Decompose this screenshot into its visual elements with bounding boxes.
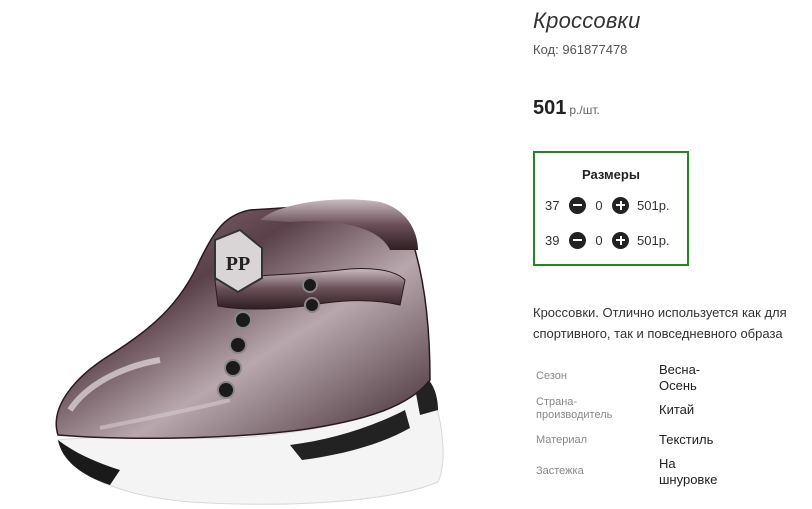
description-line: Кроссовки. Отлично используется как для — [533, 305, 787, 320]
attribute-value: Весна- Осень — [659, 362, 701, 393]
logo-mark: PP — [226, 253, 250, 275]
product-title: Кроссовки — [533, 8, 641, 33]
attribute-value: Китай — [659, 402, 695, 417]
quantity-value: 0 — [595, 197, 603, 213]
size-value: 37 — [545, 197, 560, 213]
attribute-label: Страна- производитель — [536, 396, 613, 421]
size-price: 501р. — [637, 232, 670, 248]
minus-circle-icon[interactable] — [569, 231, 586, 249]
attribute-label: Сезон — [536, 370, 567, 382]
size-row: 39 0 501р. — [545, 230, 670, 250]
sizes-title: Размеры — [582, 167, 640, 182]
attribute-value: Текстиль — [659, 432, 714, 447]
size-row: 37 0 501р. — [545, 195, 670, 215]
minus-circle-icon[interactable] — [569, 196, 586, 214]
product-image: PP — [55, 199, 444, 505]
sizes-panel: Размеры 37 0 501р. 39 0 501р. — [533, 151, 689, 266]
attribute-label: Застежка — [536, 465, 584, 477]
product-sku: Код: 961877478 — [533, 42, 627, 57]
product-price: 501 р./шт. — [533, 97, 600, 120]
attribute-label: Материал — [536, 434, 587, 446]
description-line: спортивного, так и повседневного образа — [533, 326, 783, 341]
attribute-value: На шнуровке — [659, 456, 718, 487]
plus-circle-icon[interactable] — [612, 231, 629, 249]
price-unit: р./шт. — [569, 103, 600, 117]
product-description: Кроссовки. Отлично используется как для … — [533, 302, 812, 344]
sku-value: 961877478 — [562, 42, 628, 57]
plus-circle-icon[interactable] — [612, 196, 629, 214]
size-value: 39 — [545, 232, 560, 248]
quantity-value: 0 — [595, 232, 603, 248]
price-amount: 501 — [533, 97, 567, 119]
sku-label: Код: — [533, 42, 559, 57]
size-price: 501р. — [637, 197, 670, 213]
